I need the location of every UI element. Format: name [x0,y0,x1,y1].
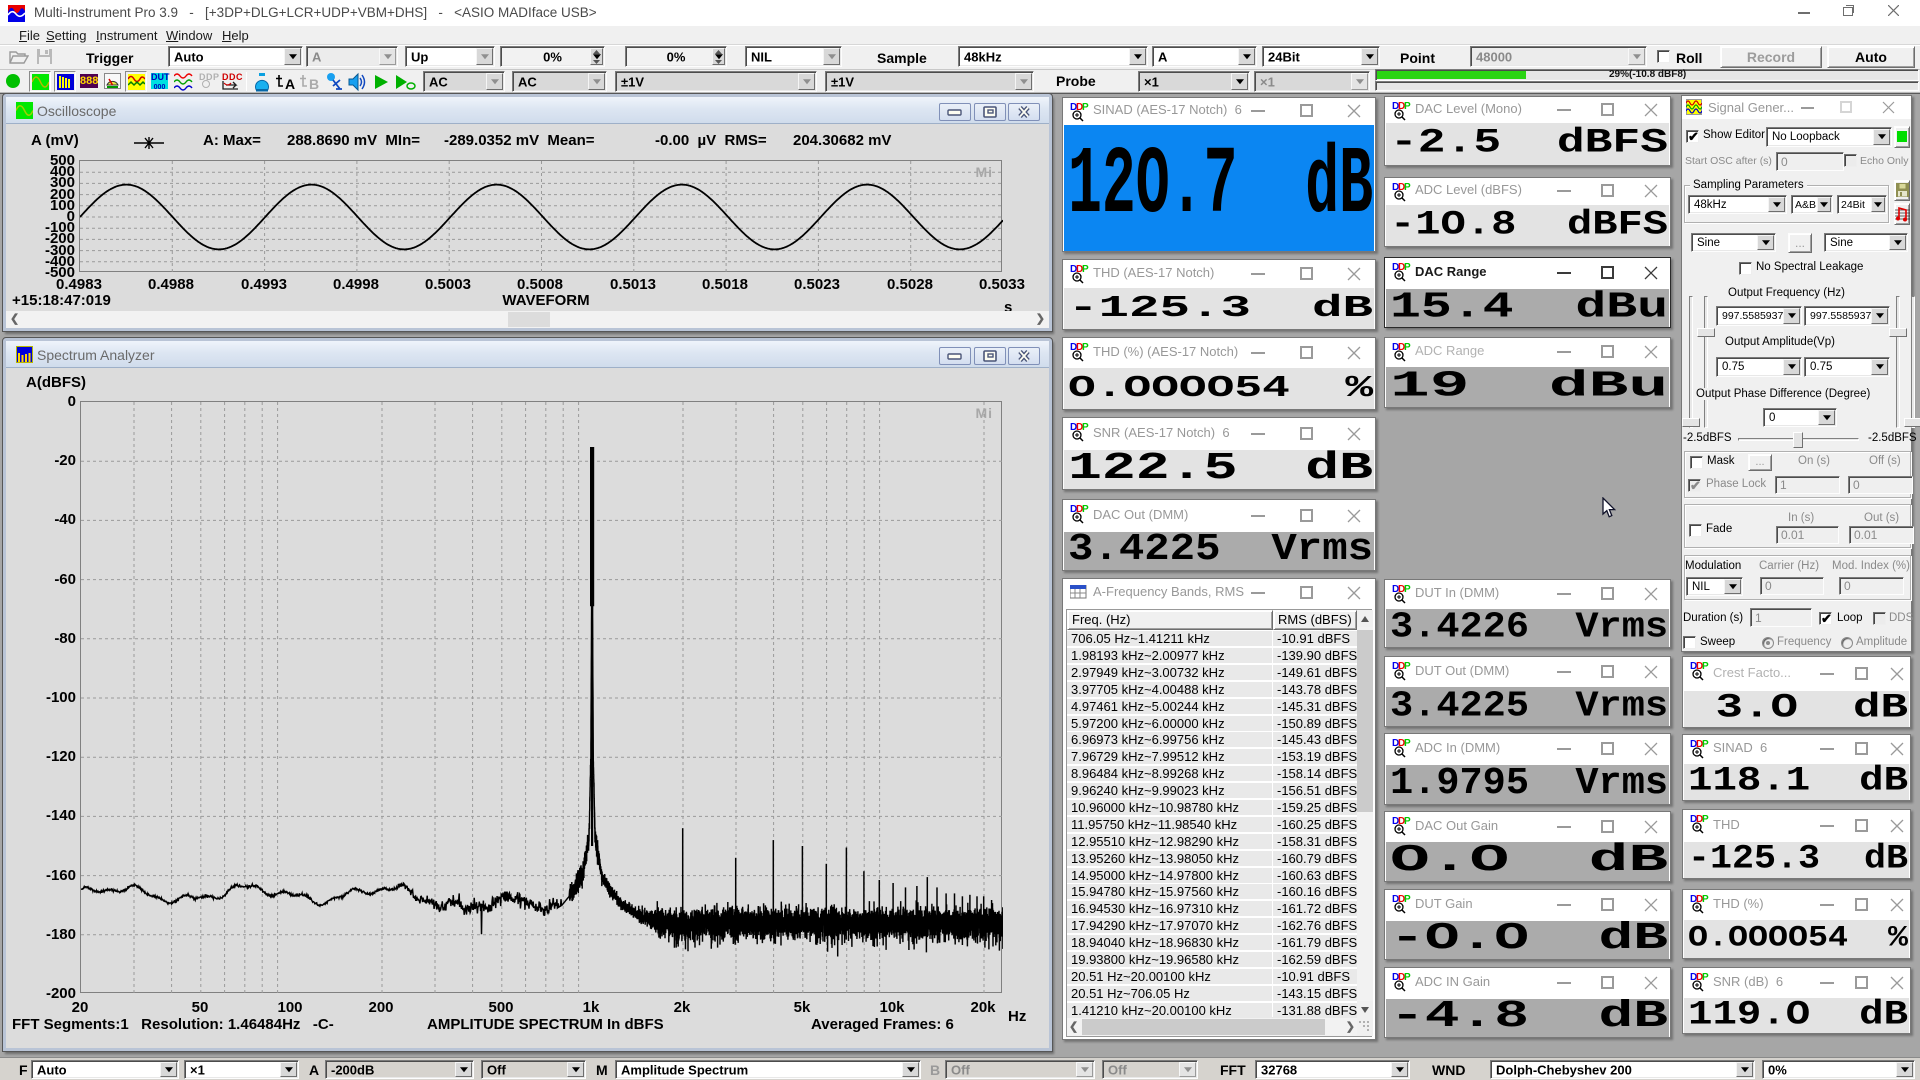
svg-text:B: B [309,76,319,91]
svg-text:A: A [285,76,295,91]
